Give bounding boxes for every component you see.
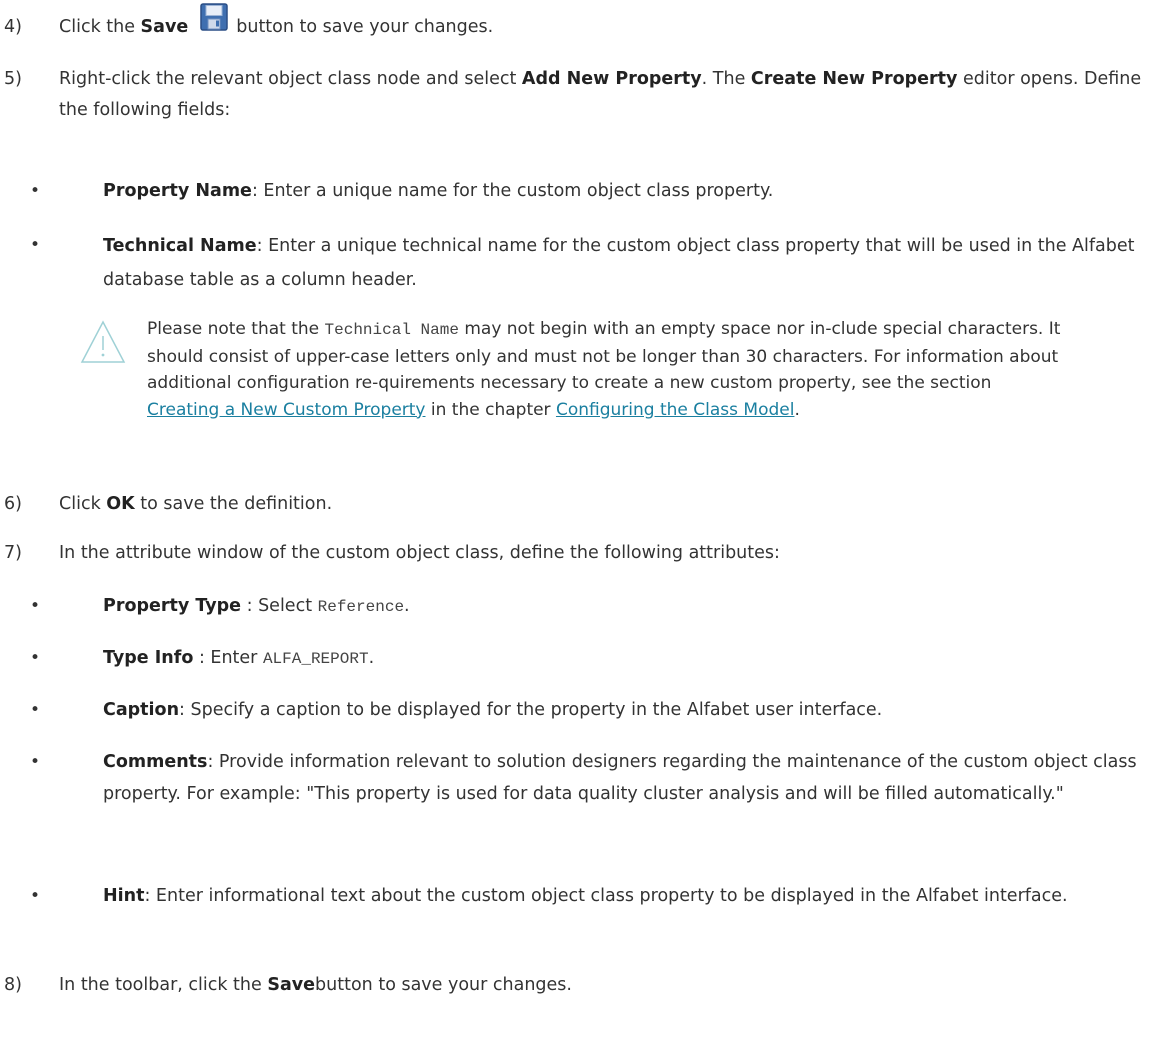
- list-item-text: Hint: Enter informational text about the…: [103, 880, 1153, 912]
- technical-name-code: Technical Name: [324, 321, 459, 339]
- bullet-icon: •: [30, 886, 41, 906]
- bullet-icon: •: [30, 752, 41, 772]
- note-text: Please note that the Technical Name may …: [147, 316, 1067, 423]
- field-description: : Select: [241, 596, 318, 616]
- step-text-part: . The: [701, 69, 751, 89]
- save-label: Save: [140, 17, 189, 37]
- field-description: : Enter informational text about the cus…: [144, 886, 1068, 906]
- step-text: Click OK to save the definition.: [59, 489, 1149, 519]
- field-label: Property Name: [103, 181, 252, 201]
- step-number: 4): [4, 17, 22, 37]
- creating-new-custom-property-link[interactable]: Creating a New Custom Property: [147, 400, 426, 420]
- step-text: In the attribute window of the custom ob…: [59, 543, 780, 563]
- warning-note: Please note that the Technical Name may …: [80, 319, 1150, 470]
- bullet-icon: •: [30, 181, 41, 201]
- bullet-icon: •: [30, 596, 41, 616]
- save-label: Save: [267, 975, 316, 995]
- step-text-part: to save the definition.: [134, 494, 333, 514]
- step-number: 8): [4, 975, 22, 995]
- field-description: .: [404, 596, 410, 616]
- step-text-part: button to save your changes.: [315, 975, 572, 995]
- list-item-text: Property Type : Select Reference.: [103, 590, 1153, 623]
- ok-label: OK: [106, 494, 135, 514]
- field-description: : Specify a caption to be displayed for …: [179, 700, 883, 720]
- reference-code: Reference: [317, 598, 405, 616]
- field-label: Technical Name: [103, 236, 257, 256]
- warning-triangle-icon: [80, 320, 126, 369]
- add-new-property-label: Add New Property: [521, 69, 702, 89]
- step-text-part: Click: [59, 494, 107, 514]
- field-label: Hint: [103, 886, 145, 906]
- list-item-text: Caption: Specify a caption to be display…: [103, 694, 1153, 726]
- field-description: : Enter a unique name for the custom obj…: [251, 181, 774, 201]
- step-number: 7): [4, 543, 22, 563]
- step-text-part: Right-click the relevant object class no…: [59, 69, 522, 89]
- field-description: : Provide information relevant to soluti…: [103, 752, 1137, 804]
- list-item-text: Type Info : Enter ALFA_REPORT.: [103, 642, 1153, 675]
- field-description: : Enter: [193, 648, 263, 668]
- field-description: .: [368, 648, 375, 668]
- step-text: Click the Save button to save your chang…: [59, 3, 1149, 42]
- floppy-disk-icon: [200, 3, 228, 31]
- step-text: Right-click the relevant object class no…: [59, 64, 1149, 126]
- list-item-text: Property Name: Enter a unique name for t…: [103, 175, 1153, 207]
- bullet-icon: •: [30, 700, 41, 720]
- note-text-part: Please note that the: [147, 319, 325, 339]
- bullet-icon: •: [30, 648, 41, 668]
- configuring-class-model-link[interactable]: Configuring the Class Model: [556, 400, 794, 420]
- step-number: 5): [4, 69, 22, 89]
- step-text-part: In the toolbar, click the: [59, 975, 268, 995]
- note-text-part: .: [794, 399, 800, 420]
- step-text-part: Click the: [59, 17, 141, 37]
- field-label: Type Info: [103, 648, 194, 668]
- field-label: Property Type: [103, 596, 242, 616]
- step-number: 6): [4, 494, 22, 514]
- field-label: Caption: [103, 700, 180, 720]
- bullet-icon: •: [30, 235, 41, 255]
- field-label: Comments: [103, 752, 208, 772]
- list-item-text: Technical Name: Enter a unique technical…: [103, 229, 1153, 297]
- step-text: In the toolbar, click the Savebutton to …: [59, 970, 1149, 1000]
- alfa-report-code: ALFA_REPORT: [262, 650, 369, 668]
- note-text-part: in the chapter: [425, 399, 556, 420]
- create-new-property-label: Create New Property: [750, 69, 958, 89]
- list-item-text: Comments: Provide information relevant t…: [103, 746, 1153, 810]
- field-description: : Enter a unique technical name for the …: [103, 236, 1135, 290]
- step-text-part: button to save your changes.: [236, 17, 494, 37]
